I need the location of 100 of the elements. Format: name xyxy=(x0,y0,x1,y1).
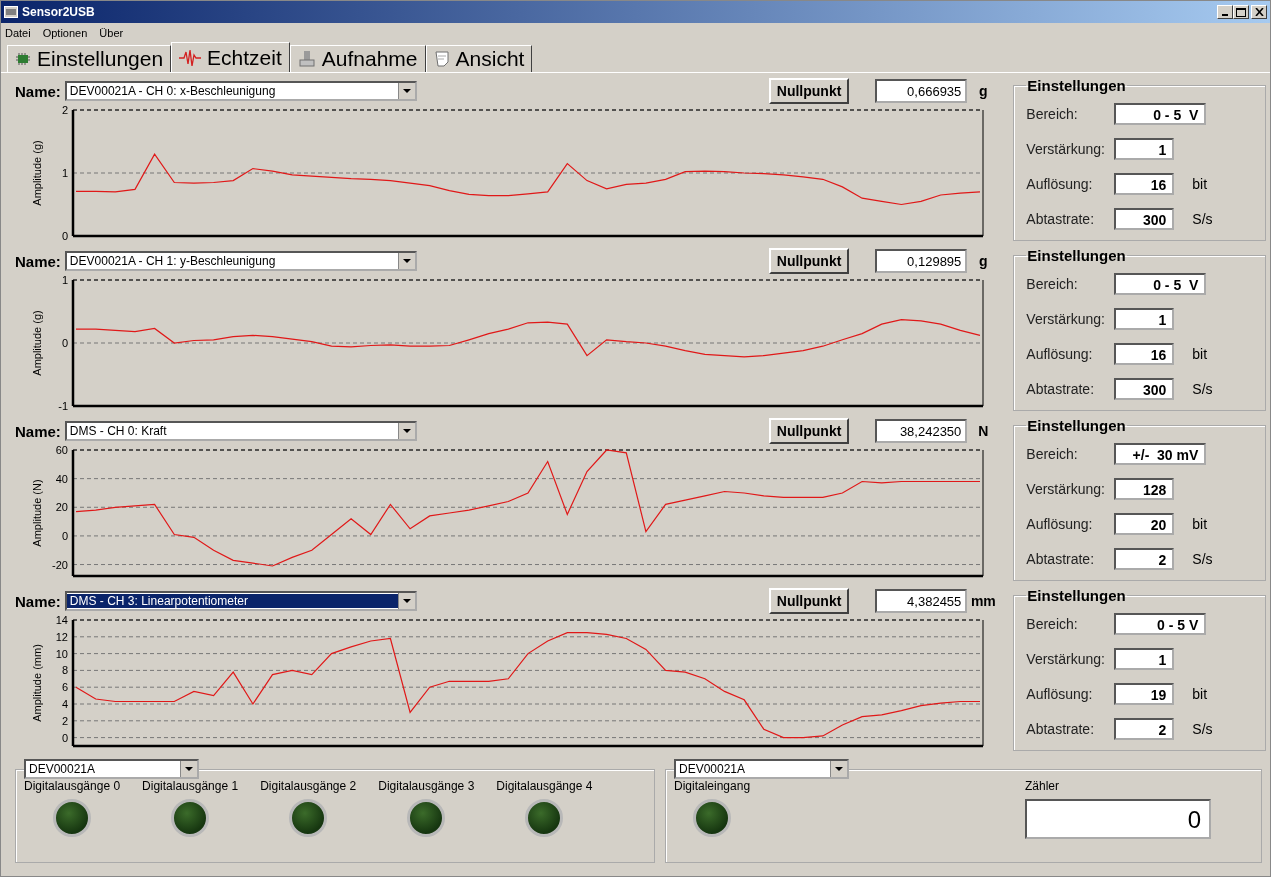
tick-label: 0 xyxy=(61,337,68,349)
tick-label: 14 xyxy=(55,615,68,626)
setting-field[interactable]: 16 xyxy=(1114,342,1175,365)
setting-field[interactable]: 128 xyxy=(1114,477,1175,500)
zero-button[interactable]: Nullpunkt xyxy=(768,588,850,614)
zero-button[interactable]: Nullpunkt xyxy=(768,78,850,104)
tick-label: -20 xyxy=(52,558,68,571)
tick-label: 60 xyxy=(55,445,68,456)
setting-field[interactable]: 16 xyxy=(1114,172,1175,195)
led-label: Digitalausgänge 2 xyxy=(260,779,357,793)
tick-label: 6 xyxy=(61,681,68,694)
unit-label: S/s xyxy=(1192,720,1213,737)
tick-label: 12 xyxy=(55,630,68,643)
dropdown-arrow-icon xyxy=(397,83,415,99)
setting-label: Bereich: xyxy=(1026,275,1079,292)
unit-label: bit xyxy=(1192,515,1208,532)
app-icon xyxy=(4,6,18,18)
device-dropdown[interactable]: DEV00021A xyxy=(24,759,199,779)
zero-button[interactable]: Nullpunkt xyxy=(768,418,850,444)
waveform-icon xyxy=(179,48,202,67)
setting-label: Verstärkung: xyxy=(1026,140,1106,157)
dropdown-arrow-icon xyxy=(397,593,415,609)
dropdown-arrow-icon xyxy=(180,761,197,777)
unit-label: N xyxy=(977,423,990,439)
tab[interactable]: Aufnahme xyxy=(289,45,426,72)
unit-label: bit xyxy=(1192,175,1208,192)
setting-field[interactable]: 2 xyxy=(1114,547,1175,570)
led-label: Digitalausgänge 3 xyxy=(378,779,475,793)
tick-label: 0 xyxy=(61,529,68,542)
tick-label: 1 xyxy=(61,167,68,179)
maximize-icon xyxy=(1236,7,1246,17)
tick-label: 0 xyxy=(61,230,68,242)
setting-label: Auflösung: xyxy=(1026,345,1094,362)
axis-title: Amplitude (mm) xyxy=(31,644,43,722)
panel-title: Einstellungen xyxy=(1026,247,1127,264)
chip-icon xyxy=(15,52,31,66)
close-icon xyxy=(1254,8,1264,16)
tick-label: 0 xyxy=(61,731,68,744)
panel-title: Einstellungen xyxy=(1026,77,1127,94)
dropdown-arrow-icon xyxy=(830,761,847,777)
menu-item[interactable]: Über xyxy=(99,26,124,39)
channel-dropdown[interactable]: DMS - CH 0: Kraft xyxy=(64,421,417,441)
led-label: Digitaleingang xyxy=(674,779,751,793)
reading-field: 38,242350 xyxy=(875,419,968,443)
setting-field[interactable]: 19 xyxy=(1114,682,1175,705)
setting-label: Verstärkung: xyxy=(1026,650,1106,667)
dropdown-arrow-icon xyxy=(397,423,415,439)
document-icon xyxy=(433,50,450,68)
tab[interactable]: Einstellungen xyxy=(7,45,172,72)
setting-label: Verstärkung: xyxy=(1026,480,1106,497)
unit-label: bit xyxy=(1192,685,1208,702)
setting-field[interactable]: 0 - 5 V xyxy=(1114,612,1207,635)
setting-field[interactable]: 1 xyxy=(1114,647,1175,670)
setting-label: Verstärkung: xyxy=(1026,310,1106,327)
setting-label: Auflösung: xyxy=(1026,685,1094,702)
channel-dropdown[interactable]: DMS - CH 3: Linearpotentiometer xyxy=(64,591,417,611)
tick-label: 8 xyxy=(61,664,68,677)
led-label: Digitalausgänge 4 xyxy=(496,779,593,793)
channel-dropdown[interactable]: DEV00021A - CH 1: y-Beschleunigung xyxy=(64,251,417,271)
setting-field[interactable]: 2 xyxy=(1114,717,1175,740)
device-icon xyxy=(297,50,316,68)
panel-title: Einstellungen xyxy=(1026,587,1127,604)
setting-label: Abtastrate: xyxy=(1026,720,1096,737)
unit-label: g xyxy=(978,253,989,269)
setting-field[interactable]: +/- 30 mV xyxy=(1114,442,1207,465)
setting-field[interactable]: 300 xyxy=(1114,377,1175,400)
counter-field: 0 xyxy=(1025,799,1211,839)
window-title: Sensor2USB xyxy=(22,5,95,19)
close-button[interactable] xyxy=(1251,5,1267,19)
tab[interactable]: Ansicht xyxy=(425,45,533,72)
setting-field[interactable]: 0 - 5 V xyxy=(1114,272,1207,295)
setting-label: Abtastrate: xyxy=(1026,380,1096,397)
minimize-button[interactable] xyxy=(1217,5,1233,19)
setting-label: Auflösung: xyxy=(1026,515,1094,532)
setting-field[interactable]: 0 - 5 V xyxy=(1114,102,1207,125)
unit-label: S/s xyxy=(1192,380,1213,397)
setting-field[interactable]: 300 xyxy=(1114,207,1175,230)
reading-field: 0,129895 xyxy=(875,249,968,273)
dropdown-arrow-icon xyxy=(397,253,415,269)
name-label: Name: xyxy=(15,252,61,270)
reading-field: 0,666935 xyxy=(875,79,968,103)
tick-label: 40 xyxy=(55,472,68,485)
tick-label: 20 xyxy=(55,501,68,514)
tick-label: 1 xyxy=(61,275,68,286)
name-label: Name: xyxy=(15,422,61,440)
channel-dropdown[interactable]: DEV00021A - CH 0: x-Beschleunigung xyxy=(64,81,417,101)
menu-item[interactable]: Datei xyxy=(5,26,31,39)
menu-item[interactable]: Optionen xyxy=(42,26,88,39)
unit-label: mm xyxy=(969,593,997,609)
device-dropdown[interactable]: DEV00021A xyxy=(674,759,849,779)
setting-field[interactable]: 1 xyxy=(1114,137,1175,160)
tab[interactable]: Echtzeit xyxy=(171,42,290,72)
axis-title: Amplitude (N) xyxy=(31,479,43,547)
zero-button[interactable]: Nullpunkt xyxy=(768,248,850,274)
panel-title: Einstellungen xyxy=(1026,417,1127,434)
maximize-button[interactable] xyxy=(1233,5,1249,19)
setting-field[interactable]: 20 xyxy=(1114,512,1175,535)
setting-field[interactable]: 1 xyxy=(1114,307,1175,330)
axis-title: Amplitude (g) xyxy=(31,140,43,206)
name-label: Name: xyxy=(15,592,61,610)
